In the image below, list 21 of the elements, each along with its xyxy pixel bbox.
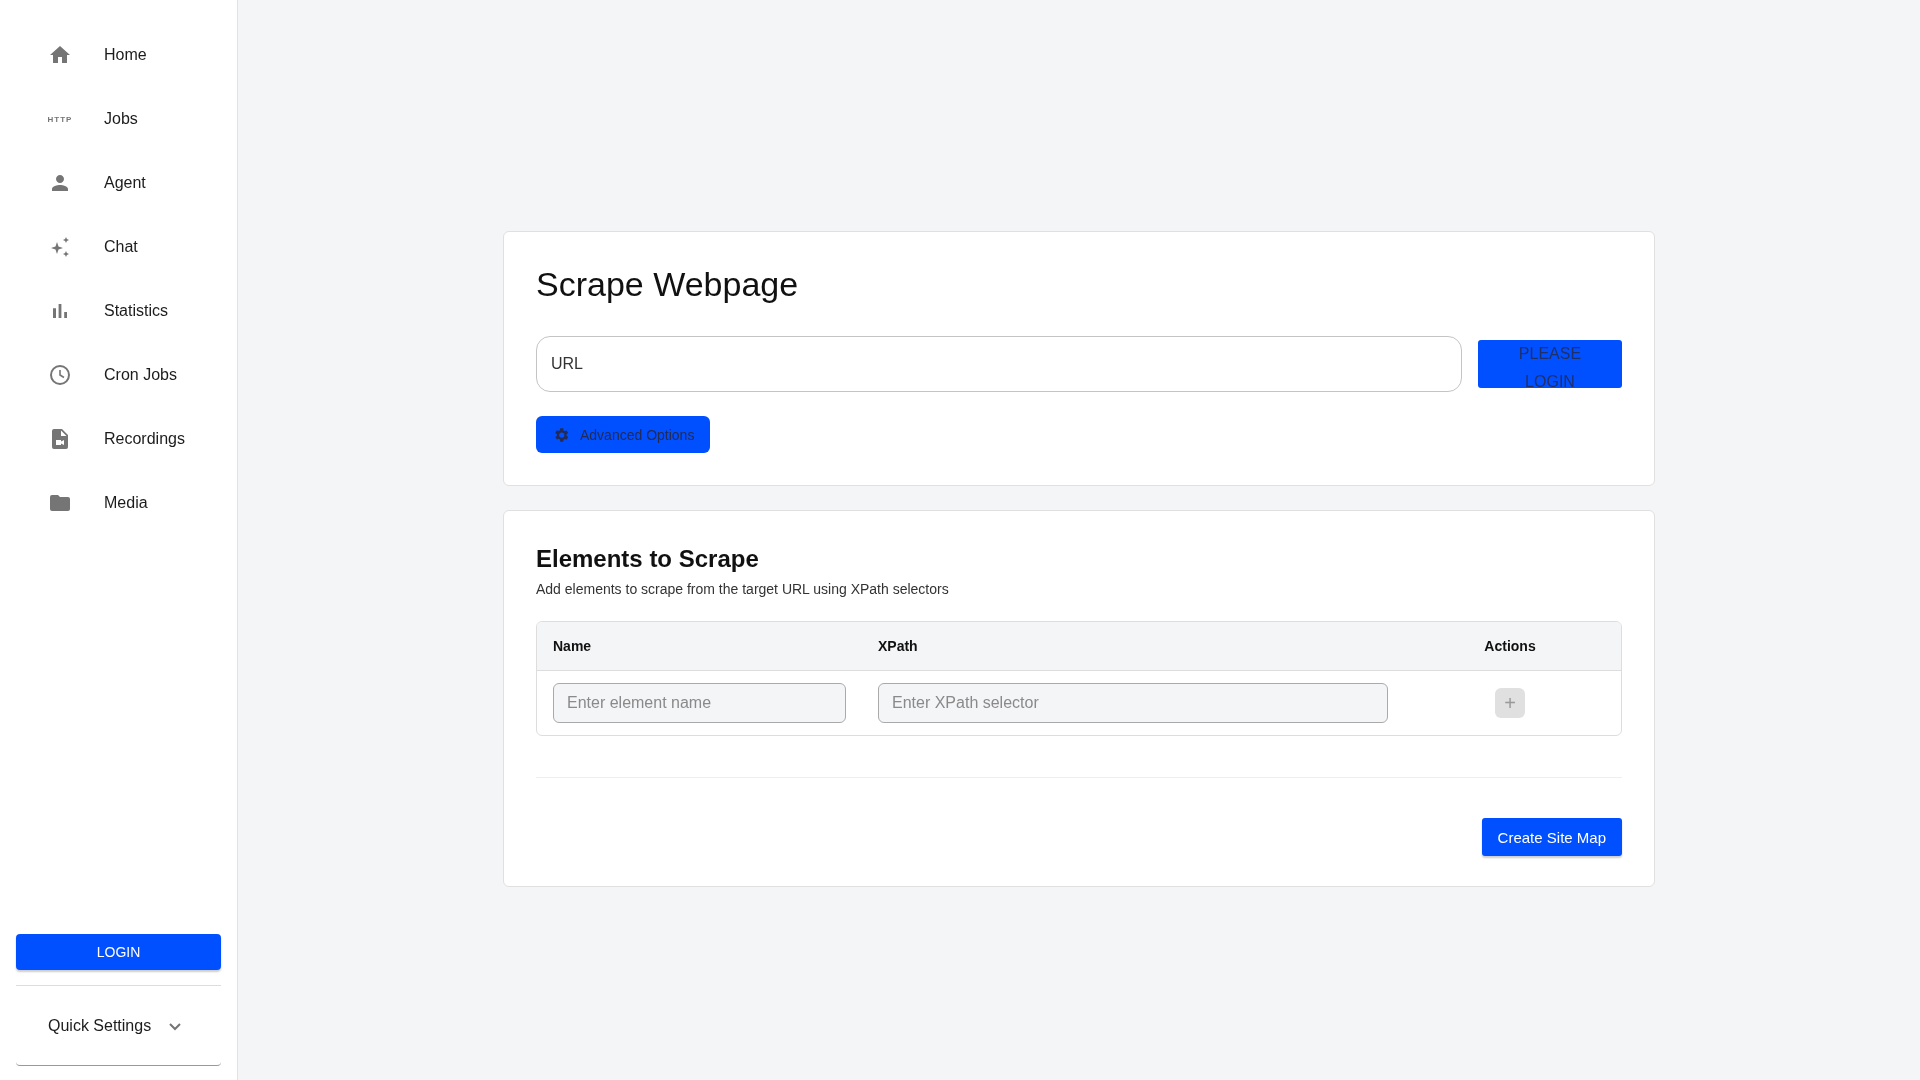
element-name-field[interactable]: Enter element name (553, 683, 846, 723)
column-header: XPath (877, 638, 919, 654)
nav-item[interactable]: HTTP Jobs (0, 87, 237, 151)
http-icon: HTTP (47, 114, 73, 124)
nav-item[interactable]: Home (0, 23, 237, 87)
xpath-field[interactable]: Enter XPath selector (878, 683, 1388, 723)
column-header: Actions (1483, 638, 1537, 654)
create-site-map-button[interactable]: Create Site Map (1481, 818, 1622, 856)
nav-item[interactable]: Cron Jobs (0, 343, 237, 407)
login-button[interactable]: LOGIN (16, 934, 221, 970)
url-field[interactable]: URL (536, 336, 1462, 392)
page-title: Scrape Webpage (536, 264, 800, 304)
nav-item[interactable]: Recordings (0, 407, 237, 471)
clock-icon (48, 363, 72, 387)
section-title: Elements to Scrape (536, 545, 760, 573)
nav-item[interactable]: Statistics (0, 279, 237, 343)
section-description: Add elements to scrape from the target URL using XPath selectors (536, 581, 950, 597)
nav-item[interactable]: Agent (0, 151, 237, 215)
column-header: Name (552, 638, 593, 654)
nav-item[interactable]: Chat (0, 215, 237, 279)
nav-item[interactable]: Media (0, 471, 237, 535)
